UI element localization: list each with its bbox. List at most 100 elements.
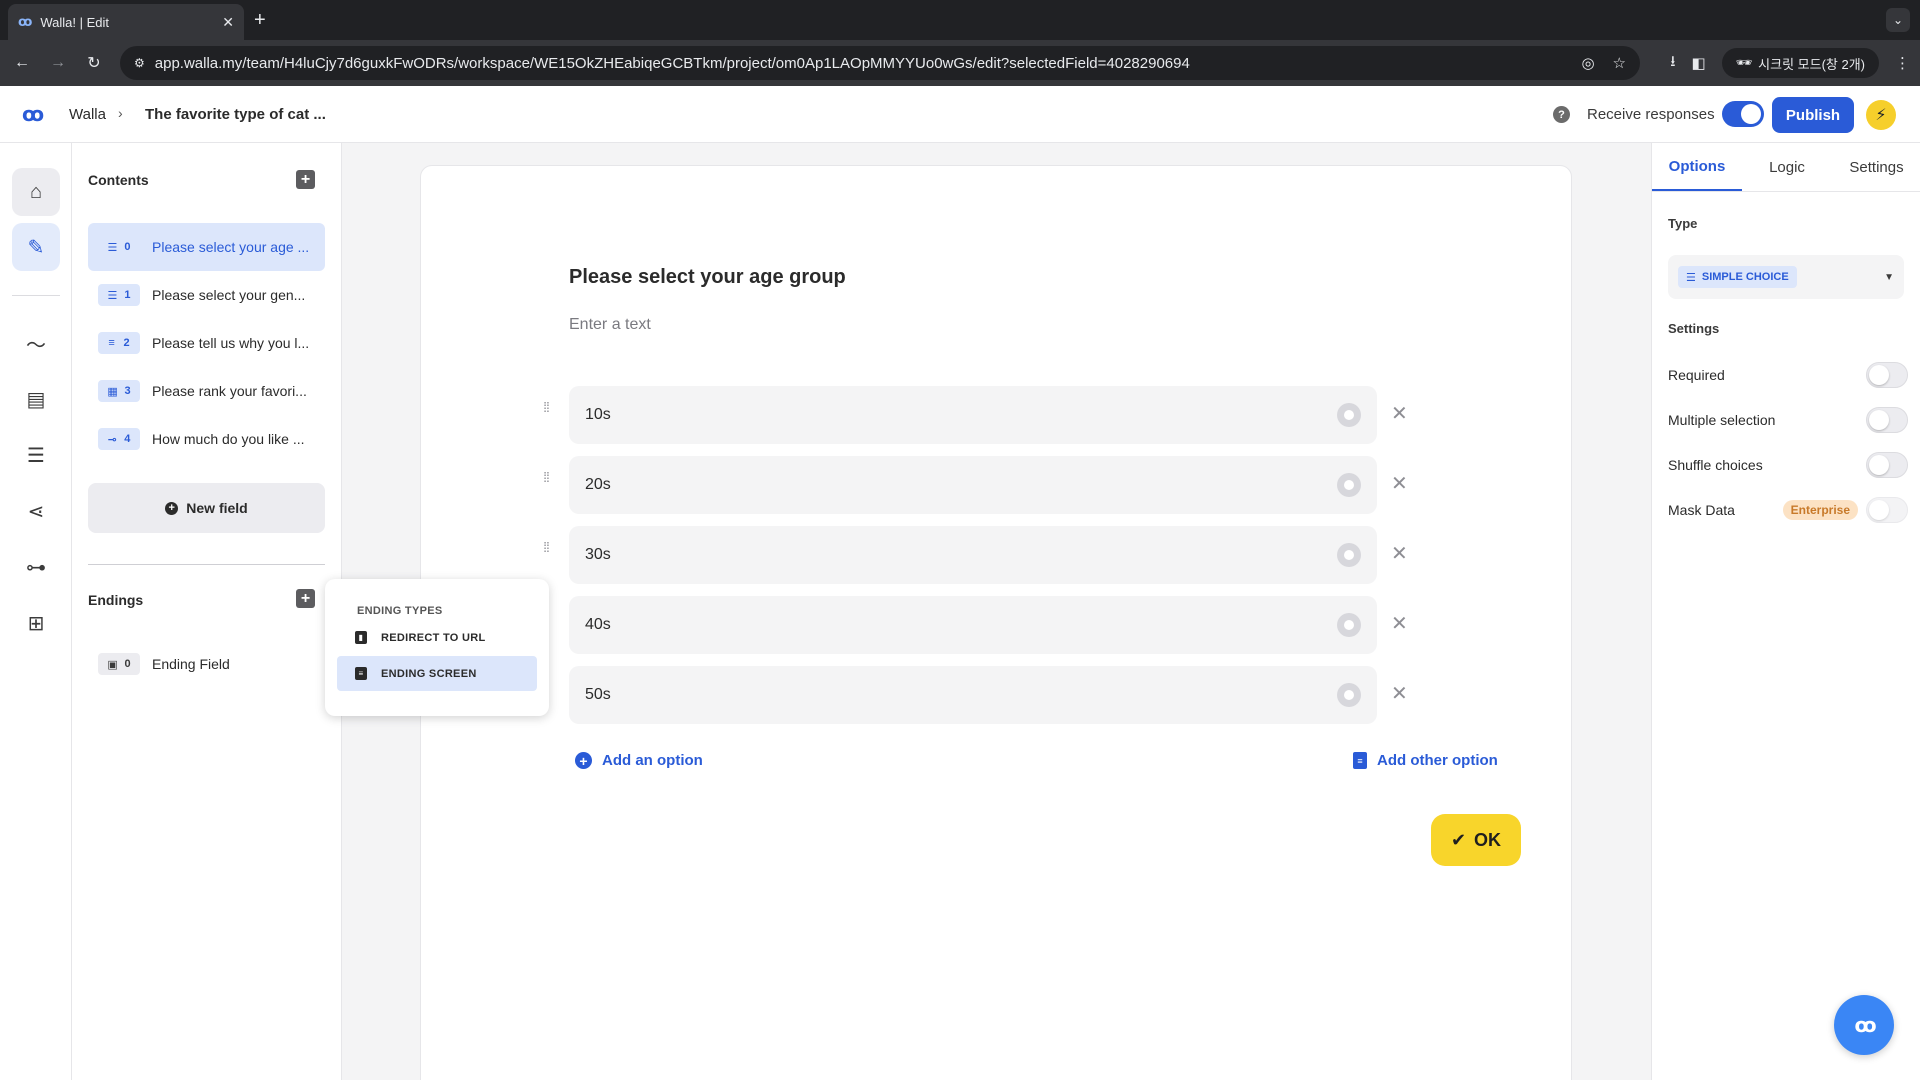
new-tab-icon[interactable]: + [254, 8, 266, 32]
option-row-3[interactable]: 40s [569, 596, 1377, 654]
browser-menu-icon[interactable]: ⋮ [1895, 54, 1910, 72]
incognito-indicator[interactable]: 🕶 시크릿 모드(창 2개) [1721, 48, 1879, 78]
edit-icon[interactable]: ✎ [12, 223, 60, 271]
field-item-0[interactable]: ☰ 0 Please select your age ... [88, 223, 325, 271]
chat-support-button[interactable]: ꝏ [1834, 995, 1894, 1055]
question-title[interactable]: Please select your age group [569, 266, 846, 289]
radio-icon [1337, 613, 1361, 637]
option-text[interactable]: 50s [585, 686, 1337, 704]
close-icon[interactable]: ✕ [1391, 541, 1408, 566]
field-item-2[interactable]: ≡ 2 Please tell us why you l... [88, 319, 325, 367]
contents-panel: Contents + ☰ 0 Please select your age ...… [72, 143, 342, 1080]
option-text[interactable]: 40s [585, 616, 1337, 634]
tab-logic[interactable]: Logic [1742, 143, 1832, 191]
option-text[interactable]: 20s [585, 476, 1337, 494]
tab-search-icon[interactable]: ⌄ [1886, 8, 1910, 32]
home-icon[interactable]: ⌂ [12, 168, 60, 216]
back-icon[interactable]: ← [8, 54, 36, 72]
redirect-icon: ▮ [355, 631, 367, 644]
check-icon: ✔ [1450, 829, 1467, 850]
add-content-icon[interactable]: + [296, 170, 315, 189]
menu-item-ending-screen[interactable]: ≡ ENDING SCREEN [337, 656, 537, 691]
list-icon: ☰ [107, 241, 118, 254]
reload-icon[interactable]: ↻ [80, 53, 108, 73]
add-option-button[interactable]: + Add an option [575, 752, 703, 769]
option-row-1[interactable]: 20s [569, 456, 1377, 514]
gift-icon[interactable]: ⊞ [12, 599, 60, 647]
add-ending-icon[interactable]: + [296, 589, 315, 608]
responses-icon[interactable]: ☰ [12, 431, 60, 479]
field-item-4[interactable]: ⊸ 4 How much do you like ... [88, 415, 325, 463]
multiple-selection-toggle[interactable] [1866, 407, 1908, 433]
setting-label: Required [1668, 367, 1725, 383]
ending-types-title: ENDING TYPES [357, 605, 443, 617]
tab-settings[interactable]: Settings [1832, 143, 1920, 191]
close-icon[interactable]: ✕ [1391, 401, 1408, 426]
forward-icon[interactable]: → [44, 54, 72, 72]
type-label: Type [1668, 216, 1698, 231]
share-icon[interactable]: ⋖ [12, 487, 60, 535]
browser-tab[interactable]: ꝏ Walla! | Edit ✕ [8, 4, 244, 40]
help-icon[interactable]: ? [1553, 106, 1570, 123]
publish-button[interactable]: Publish [1772, 97, 1854, 133]
url-text[interactable]: app.walla.my/team/H4luCjy7d6guxkFwODRs/w… [155, 55, 1564, 72]
analytics-icon[interactable]: 〜 [12, 319, 60, 367]
receive-responses-toggle[interactable] [1722, 101, 1764, 127]
text-lines-icon: ≡ [108, 337, 115, 349]
option-row-0[interactable]: 10s [569, 386, 1377, 444]
chevron-right-icon: › [118, 105, 123, 121]
ok-button[interactable]: ✔ OK [1431, 814, 1521, 866]
document-icon[interactable]: ▤ [12, 375, 60, 423]
field-item-3[interactable]: ▦ 3 Please rank your favori... [88, 367, 325, 415]
option-text[interactable]: 30s [585, 546, 1337, 564]
breadcrumb-home[interactable]: Walla [69, 106, 106, 123]
description-input[interactable]: Enter a text [569, 316, 651, 334]
option-row-2[interactable]: 30s [569, 526, 1377, 584]
eye-off-icon[interactable]: ◎ [1581, 54, 1594, 72]
ending-item-0[interactable]: ▣ 0 Ending Field [88, 640, 325, 688]
grid-icon: ▦ [107, 385, 118, 398]
mask-data-toggle[interactable] [1866, 497, 1908, 523]
field-item-1[interactable]: ☰ 1 Please select your gen... [88, 271, 325, 319]
walla-logo-icon[interactable]: ꝏ [22, 102, 44, 127]
close-icon[interactable]: ✕ [1391, 611, 1408, 636]
bookmark-star-icon[interactable]: ☆ [1613, 54, 1626, 72]
close-icon[interactable]: ✕ [1391, 681, 1408, 706]
new-field-button[interactable]: + New field [88, 483, 325, 533]
browser-toolbar-right: ⭳ ◧ 🕶 시크릿 모드(창 2개) ⋮ [1670, 46, 1910, 80]
option-row-4[interactable]: 50s [569, 666, 1377, 724]
required-toggle[interactable] [1866, 362, 1908, 388]
close-tab-icon[interactable]: ✕ [222, 14, 234, 31]
workflow-icon[interactable]: ⊶ [12, 543, 60, 591]
clipboard-icon: ▣ [107, 658, 118, 671]
ending-label: Ending Field [152, 656, 230, 672]
incognito-label: 시크릿 모드(창 2개) [1758, 56, 1865, 72]
avatar[interactable]: ⚡ [1866, 100, 1896, 130]
address-bar[interactable]: ⚙ app.walla.my/team/H4luCjy7d6guxkFwODRs… [120, 46, 1640, 80]
close-icon[interactable]: ✕ [1391, 471, 1408, 496]
menu-item-label: ENDING SCREEN [381, 667, 477, 680]
shuffle-choices-toggle[interactable] [1866, 452, 1908, 478]
menu-item-redirect-url[interactable]: ▮ REDIRECT TO URL [337, 620, 537, 655]
endings-title: Endings [88, 592, 144, 608]
side-panel-icon[interactable]: ◧ [1691, 54, 1705, 72]
drag-handle-icon[interactable]: ⁞⁞ [539, 400, 553, 414]
field-badge: ⊸ 4 [98, 428, 140, 450]
plus-circle-icon: + [165, 501, 179, 515]
drag-handle-icon[interactable]: ⁞⁞ [539, 540, 553, 554]
tab-options[interactable]: Options [1652, 143, 1742, 191]
breadcrumb-project-title[interactable]: The favorite type of cat ... [145, 106, 326, 123]
drag-handle-icon[interactable]: ⁞⁞ [539, 470, 553, 484]
setting-multiple-selection: Multiple selection [1668, 406, 1908, 434]
field-label: How much do you like ... [152, 431, 305, 447]
add-other-option-button[interactable]: ≡ Add other option [1353, 752, 1498, 769]
download-icon[interactable]: ⭳ [1670, 51, 1675, 76]
setting-label: Mask Data [1668, 502, 1735, 518]
setting-label: Shuffle choices [1668, 457, 1763, 473]
site-info-icon[interactable]: ⚙ [134, 56, 145, 70]
plus-circle-icon: + [575, 752, 592, 769]
browser-tabbar: ꝏ Walla! | Edit ✕ + ⌄ [0, 0, 1920, 40]
type-select[interactable]: ☰ SIMPLE CHOICE ▼ [1668, 255, 1904, 299]
option-text[interactable]: 10s [585, 406, 1337, 424]
slider-icon: ⊸ [107, 433, 117, 446]
